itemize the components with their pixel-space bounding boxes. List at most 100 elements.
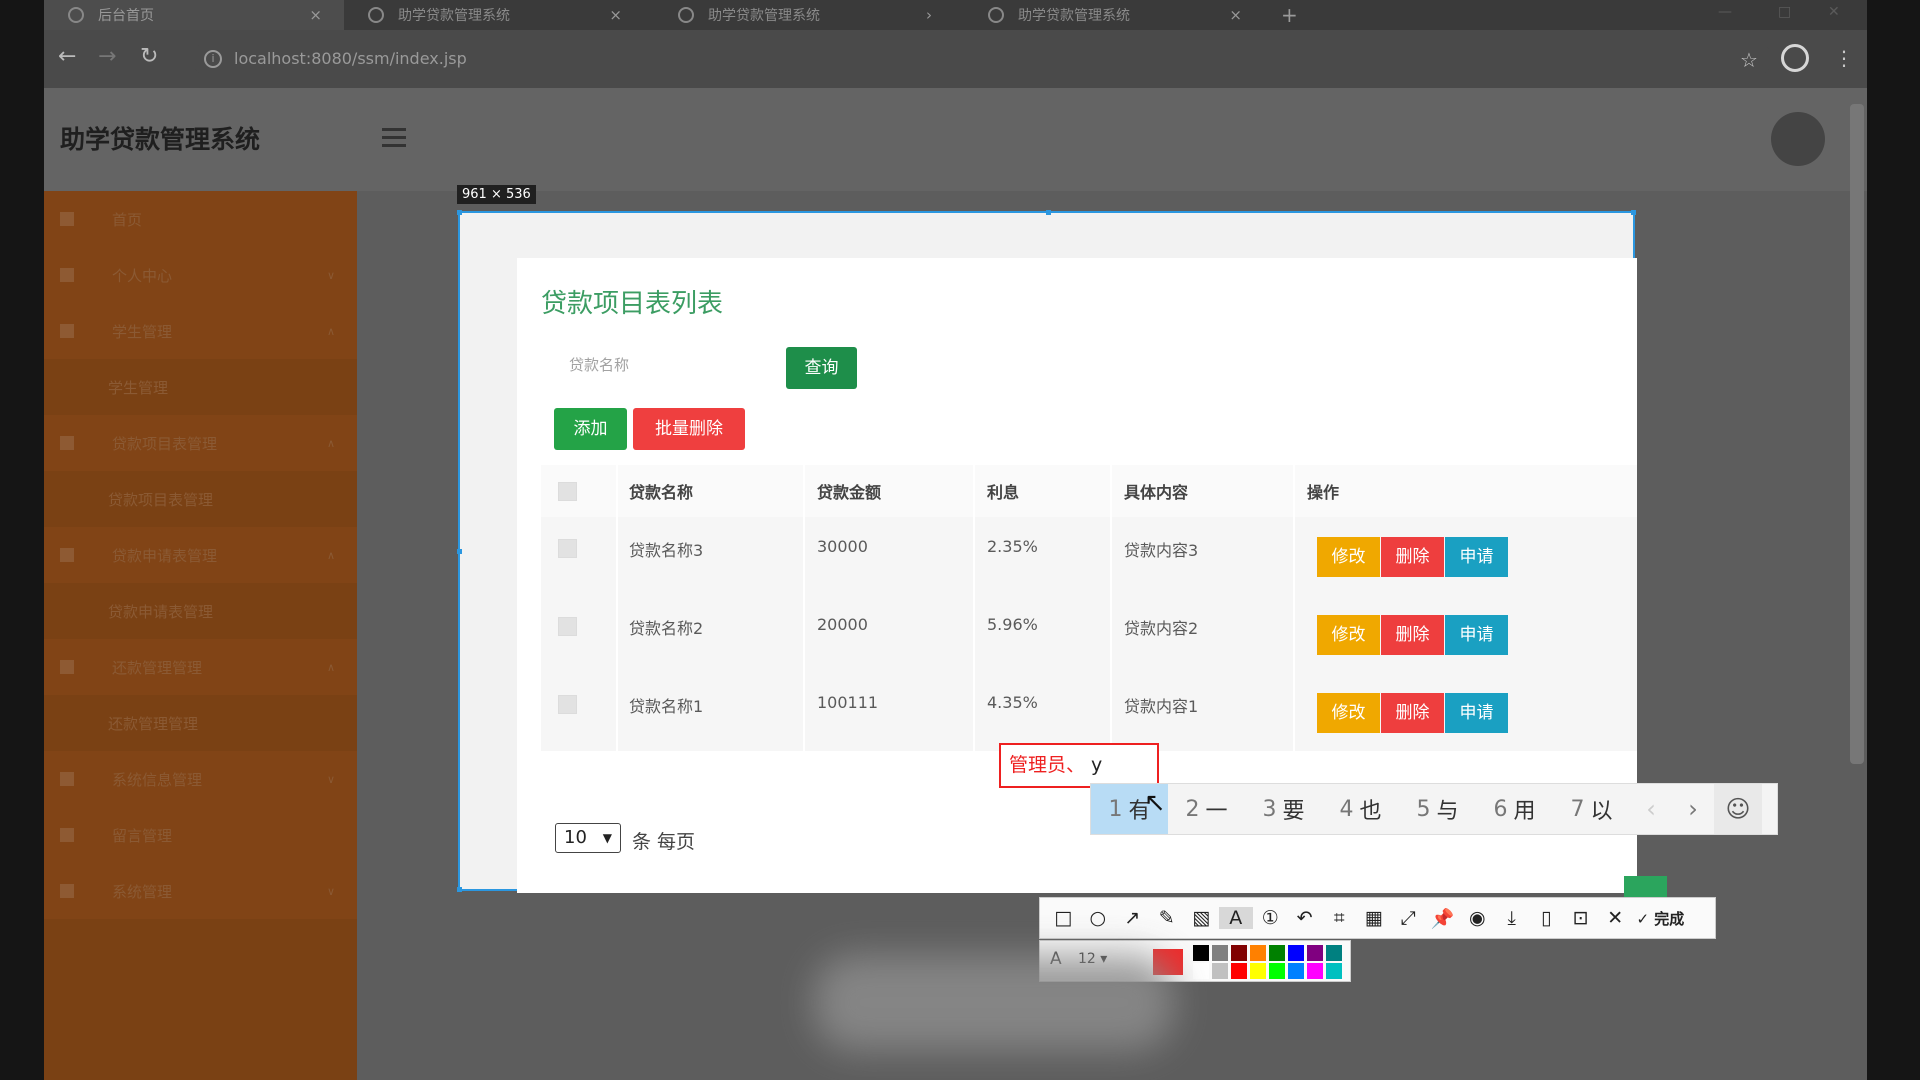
resize-handle[interactable]: [457, 887, 462, 892]
row-checkbox[interactable]: [558, 673, 577, 751]
close-icon[interactable]: ✕: [1598, 907, 1633, 929]
ime-candidate[interactable]: 3要: [1245, 784, 1322, 834]
ime-candidate[interactable]: 7以: [1553, 784, 1630, 834]
emoji-icon[interactable]: ☺: [1714, 784, 1762, 834]
delete-button[interactable]: 删除: [1381, 537, 1444, 577]
save-icon[interactable]: ▯: [1529, 907, 1564, 929]
new-tab-button[interactable]: +: [1281, 3, 1298, 27]
back-arrow-icon[interactable]: ←: [58, 44, 76, 69]
resize-handle[interactable]: [457, 210, 462, 215]
ime-prev-page-icon[interactable]: ‹: [1630, 795, 1672, 823]
reload-icon[interactable]: ↻: [140, 44, 158, 69]
site-info-icon[interactable]: i: [204, 50, 222, 68]
expand-icon[interactable]: ⤢: [1391, 907, 1426, 929]
add-button[interactable]: 添加: [554, 408, 627, 450]
search-input[interactable]: 贷款名称: [541, 345, 761, 385]
color-swatch[interactable]: [1193, 963, 1209, 979]
resize-handle[interactable]: [1631, 210, 1636, 215]
edit-button[interactable]: 修改: [1317, 537, 1380, 577]
sidebar-subitem-students[interactable]: 学生管理: [44, 359, 357, 415]
color-swatch[interactable]: [1307, 945, 1323, 961]
hamburger-menu-icon[interactable]: [382, 128, 406, 152]
download-icon[interactable]: ⤓: [1495, 907, 1530, 929]
partial-button[interactable]: [1624, 876, 1667, 898]
ime-candidate[interactable]: 5与: [1399, 784, 1476, 834]
color-swatch[interactable]: [1288, 945, 1304, 961]
record-icon[interactable]: ◉: [1460, 907, 1495, 929]
tab-close-icon[interactable]: ×: [609, 6, 622, 24]
tab-close-icon[interactable]: ×: [1229, 6, 1242, 24]
sidebar-item-home[interactable]: 首页: [44, 191, 357, 247]
color-swatch[interactable]: [1307, 963, 1323, 979]
color-swatch[interactable]: [1326, 945, 1342, 961]
resize-handle[interactable]: [457, 549, 462, 554]
arrow-icon[interactable]: ↗: [1115, 907, 1150, 929]
tab-2[interactable]: 助学贷款管理系统 ×: [344, 0, 644, 30]
apply-button[interactable]: 申请: [1445, 537, 1508, 577]
minimize-icon[interactable]: —: [1718, 4, 1732, 20]
done-button[interactable]: ✓ 完成: [1637, 908, 1685, 929]
ime-candidate[interactable]: 6用: [1476, 784, 1553, 834]
undo-icon[interactable]: ↶: [1288, 907, 1323, 929]
color-swatch[interactable]: [1231, 963, 1247, 979]
sidebar-item-loan-projects[interactable]: 贷款项目表管理 ∧: [44, 415, 357, 471]
color-swatch[interactable]: [1288, 963, 1304, 979]
ocr-icon[interactable]: ▦: [1357, 907, 1392, 929]
color-swatch[interactable]: [1326, 963, 1342, 979]
sidebar-item-students[interactable]: 学生管理 ∧: [44, 303, 357, 359]
ime-candidate[interactable]: 4也: [1322, 784, 1399, 834]
color-swatch[interactable]: [1250, 963, 1266, 979]
color-swatch[interactable]: [1193, 945, 1209, 961]
delete-button[interactable]: 删除: [1381, 615, 1444, 655]
sidebar-subitem-loan-projects[interactable]: 贷款项目表管理: [44, 471, 357, 527]
sidebar-item-system-info[interactable]: 系统信息管理 ∨: [44, 751, 357, 807]
apply-button[interactable]: 申请: [1445, 693, 1508, 733]
sidebar-item-system[interactable]: 系统管理 ∨: [44, 863, 357, 919]
bookmark-icon[interactable]: ⊡: [1564, 907, 1599, 929]
tab-3[interactable]: 助学贷款管理系统 ›: [654, 0, 954, 30]
avatar[interactable]: [1771, 112, 1825, 166]
color-swatch[interactable]: [1212, 963, 1228, 979]
resize-handle[interactable]: [1046, 210, 1051, 215]
tab-close-icon[interactable]: ×: [309, 6, 322, 24]
select-all-checkbox[interactable]: [558, 465, 577, 517]
color-swatch[interactable]: [1269, 963, 1285, 979]
forward-arrow-icon[interactable]: →: [98, 44, 116, 69]
url-field[interactable]: i localhost:8080/ssm/index.jsp: [192, 41, 1772, 77]
color-swatch[interactable]: [1212, 945, 1228, 961]
color-swatch[interactable]: [1231, 945, 1247, 961]
tab-4[interactable]: 助学贷款管理系统 ×: [964, 0, 1264, 30]
tab-close-icon[interactable]: ›: [926, 6, 932, 24]
window-close-icon[interactable]: ✕: [1828, 4, 1840, 20]
edit-button[interactable]: 修改: [1317, 693, 1380, 733]
profile-icon[interactable]: [1781, 44, 1809, 72]
number-icon[interactable]: ①: [1253, 907, 1288, 929]
sidebar-subitem-repayments[interactable]: 还款管理管理: [44, 695, 357, 751]
sidebar-item-profile[interactable]: 个人中心 ∨: [44, 247, 357, 303]
mosaic-icon[interactable]: ▧: [1184, 907, 1219, 929]
query-button[interactable]: 查询: [786, 347, 857, 389]
page-size-select[interactable]: 10 ▼: [555, 823, 621, 853]
star-icon[interactable]: ☆: [1740, 48, 1758, 72]
maximize-icon[interactable]: □: [1778, 4, 1791, 20]
text-annotation-box[interactable]: 管理员、 y: [999, 743, 1159, 788]
pin-icon[interactable]: 📌: [1426, 907, 1461, 930]
kebab-menu-icon[interactable]: ⋮: [1834, 46, 1854, 70]
scrollbar[interactable]: [1850, 104, 1864, 764]
sidebar-subitem-loan-applications[interactable]: 贷款申请表管理: [44, 583, 357, 639]
rectangle-icon[interactable]: □: [1046, 907, 1081, 929]
color-swatch[interactable]: [1250, 945, 1266, 961]
ime-next-page-icon[interactable]: ›: [1672, 795, 1714, 823]
delete-button[interactable]: 删除: [1381, 693, 1444, 733]
row-checkbox[interactable]: [558, 595, 577, 673]
color-swatch[interactable]: [1269, 945, 1285, 961]
apply-button[interactable]: 申请: [1445, 615, 1508, 655]
sidebar-item-messages[interactable]: 留言管理: [44, 807, 357, 863]
row-checkbox[interactable]: [558, 517, 577, 595]
text-icon[interactable]: A: [1218, 907, 1253, 929]
sidebar-item-repayments[interactable]: 还款管理管理 ∧: [44, 639, 357, 695]
tab-1[interactable]: 后台首页 ×: [44, 0, 344, 30]
batch-delete-button[interactable]: 批量删除: [633, 408, 745, 450]
sidebar-item-loan-applications[interactable]: 贷款申请表管理 ∧: [44, 527, 357, 583]
pen-icon[interactable]: ✎: [1150, 907, 1185, 929]
